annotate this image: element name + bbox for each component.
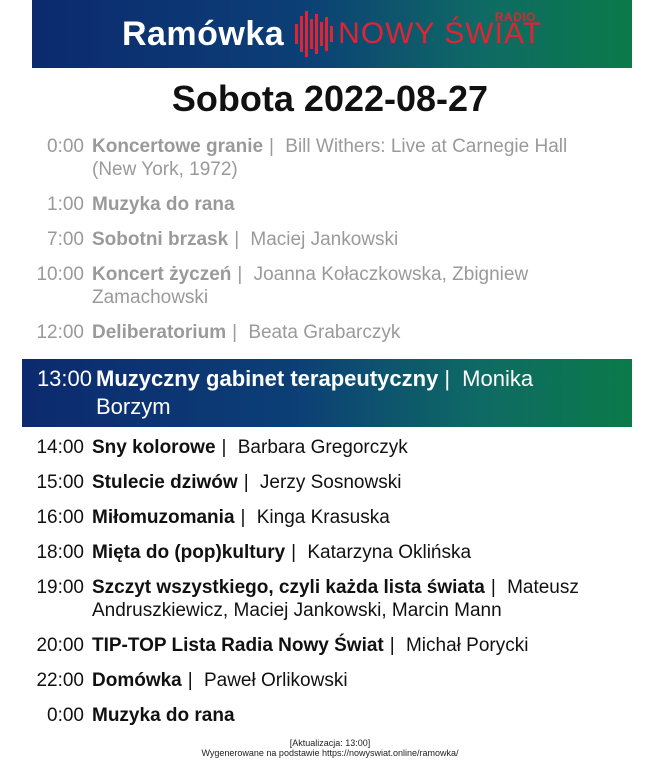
radio-logo: NOWY ŚWIAT RADIO (294, 4, 542, 64)
program-text: Szczyt wszystkiego, czyli każda lista św… (92, 576, 632, 622)
program-text: Miłomuzomania | Kinga Krasuska (92, 506, 632, 529)
header-banner: Ramówka NOWY ŚWIAT RADIO (32, 0, 632, 68)
program-time: 19:00 (36, 577, 84, 598)
separator: | (232, 322, 238, 343)
program-title: Stulecie dziwów (92, 472, 238, 493)
separator: | (221, 437, 227, 458)
program-title: TIP-TOP Lista Radia Nowy Świat (92, 635, 384, 656)
program-time: 1:00 (47, 194, 84, 215)
program-time: 7:00 (47, 229, 84, 250)
schedule-row: 0:00 Muzyka do rana (22, 704, 632, 727)
program-host: Maciej Jankowski (250, 229, 399, 250)
program-title: Deliberatorium (92, 322, 227, 343)
schedule-row: 7:00 Sobotni brzask | Maciej Jankowski (22, 228, 632, 251)
program-time: 14:00 (36, 437, 84, 458)
program-text: Domówka | Paweł Orlikowski (92, 669, 632, 692)
separator: | (444, 366, 451, 391)
separator: | (490, 577, 496, 598)
current-program-highlight: 13:00 Muzyczny gabinet terapeutyczny | Mo… (22, 359, 632, 427)
program-time: 15:00 (36, 472, 84, 493)
program-host: Jerzy Sosnowski (259, 472, 402, 493)
program-title: Muzyka do rana (92, 194, 235, 215)
program-title: Miłomuzomania (92, 507, 235, 528)
schedule-row: 22:00 Domówka | Paweł Orlikowski (22, 669, 632, 692)
program-host: Beata Grabarczyk (248, 322, 401, 343)
program-text: Koncertowe granie | Bill Withers: Live at… (92, 135, 632, 181)
program-title: Muzyka do rana (92, 705, 235, 726)
program-text: Koncert życzeń | Joanna Kołaczkowska, Zbi… (92, 263, 632, 309)
schedule-row: 14:00 Sny kolorowe | Barbara Gregorczyk (22, 436, 632, 459)
program-text: Mięta do (pop)kultury | Katarzyna Oklińsk… (92, 541, 632, 564)
program-time: 20:00 (36, 635, 84, 656)
date-heading: Sobota 2022-08-27 (171, 78, 489, 119)
separator: | (291, 542, 297, 563)
program-title: Koncertowe granie (92, 136, 264, 157)
separator: | (237, 264, 243, 285)
schedule-row: 0:00 Koncertowe granie | Bill Withers: Liv… (22, 135, 632, 181)
program-title: Sny kolorowe (92, 437, 216, 458)
header-title: Ramówka (121, 14, 285, 53)
past-schedule-list: 0:00 Koncertowe granie | Bill Withers: Liv… (22, 135, 632, 356)
schedule-row: 1:00 Muzyka do rana (22, 193, 632, 216)
separator: | (389, 635, 395, 656)
program-text: TIP-TOP Lista Radia Nowy Świat | Michał P… (92, 634, 632, 657)
program-time: 0:00 (47, 136, 84, 157)
program-host: Paweł Orlikowski (203, 670, 348, 691)
program-time: 22:00 (36, 670, 84, 691)
program-text: Muzyka do rana (92, 193, 632, 216)
separator: | (187, 670, 193, 691)
program-time: 16:00 (36, 507, 84, 528)
program-time: 0:00 (47, 705, 84, 726)
program-title: Muzyczny gabinet terapeutyczny (96, 366, 439, 391)
program-text: Sny kolorowe | Barbara Gregorczyk (92, 436, 632, 459)
source-note: Wygenerowane na podstawie https://nowysw… (201, 748, 459, 758)
waveform-icon (295, 11, 334, 57)
program-time: 10:00 (36, 264, 84, 285)
footer: [Aktualizacja: 13:00] Wygenerowane na po… (0, 738, 660, 758)
logo-radio-label: RADIO (494, 10, 537, 24)
schedule-row: 19:00 Szczyt wszystkiego, czyli każda lis… (22, 576, 632, 622)
separator: | (269, 136, 274, 157)
program-title: Sobotni brzask (92, 229, 229, 250)
schedule-row: 16:00 Miłomuzomania | Kinga Krasuska (22, 506, 632, 529)
program-host: Kinga Krasuska (256, 507, 390, 528)
program-text: Sobotni brzask | Maciej Jankowski (92, 228, 632, 251)
program-title: Szczyt wszystkiego, czyli każda lista św… (92, 577, 485, 598)
separator: | (234, 229, 240, 250)
separator: | (243, 472, 249, 493)
program-time: 18:00 (36, 542, 84, 563)
program-time: 12:00 (36, 322, 84, 343)
program-text: Muzyczny gabinet terapeutyczny | Monika B… (96, 365, 632, 421)
upcoming-schedule-list: 14:00 Sny kolorowe | Barbara Gregorczyk 15:… (22, 436, 632, 739)
program-host: Barbara Gregorczyk (237, 437, 408, 458)
program-title: Mięta do (pop)kultury (92, 542, 286, 563)
program-host: Katarzyna Oklińska (307, 542, 472, 563)
program-text: Deliberatorium | Beata Grabarczyk (92, 321, 632, 344)
update-note: [Aktualizacja: 13:00] (289, 738, 371, 748)
schedule-row: 20:00 TIP-TOP Lista Radia Nowy Świat | Mic… (22, 634, 632, 657)
schedule-row: 12:00 Deliberatorium | Beata Grabarczyk (22, 321, 632, 344)
program-time: 13:00 (36, 366, 92, 391)
schedule-row: 15:00 Stulecie dziwów | Jerzy Sosnowski (22, 471, 632, 494)
separator: | (240, 507, 246, 528)
program-title: Domówka (92, 670, 182, 691)
current-program-row: 13:00 Muzyczny gabinet terapeutyczny | Mo… (22, 365, 632, 421)
program-text: Muzyka do rana (92, 704, 632, 727)
schedule-row: 10:00 Koncert życzeń | Joanna Kołaczkowska… (22, 263, 632, 309)
schedule-row: 18:00 Mięta do (pop)kultury | Katarzyna Ok… (22, 541, 632, 564)
program-title: Koncert życzeń (92, 264, 232, 285)
program-text: Stulecie dziwów | Jerzy Sosnowski (92, 471, 632, 494)
program-host: Michał Porycki (405, 635, 529, 656)
